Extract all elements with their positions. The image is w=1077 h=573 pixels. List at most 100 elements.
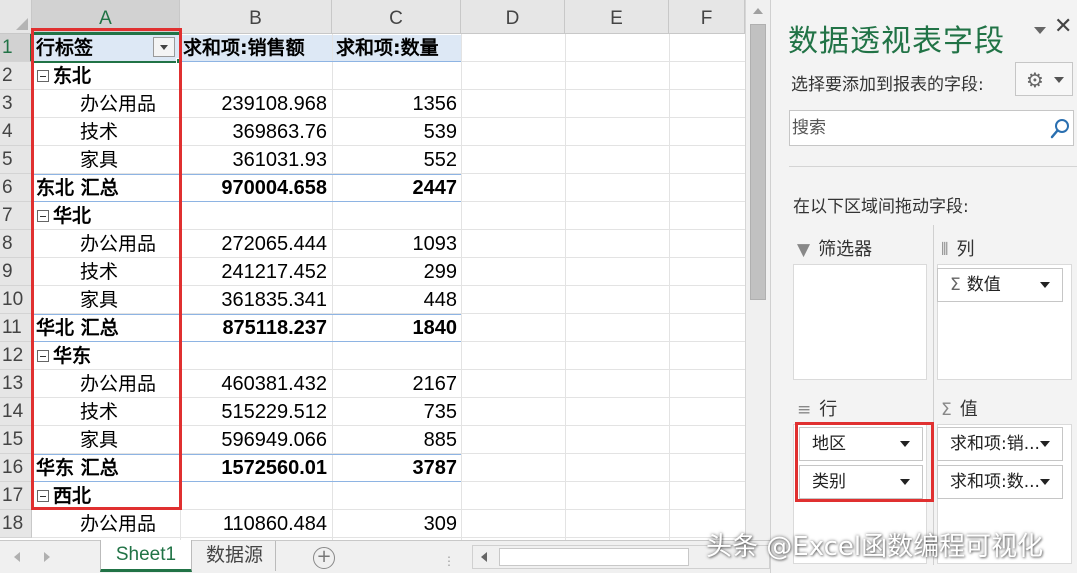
- tab-data-source[interactable]: 数据源: [194, 541, 276, 571]
- column-header-f[interactable]: F: [669, 0, 745, 34]
- pivot-quantity-value[interactable]: 1356: [333, 90, 458, 118]
- pivot-header-quantity[interactable]: 求和项:数量: [333, 35, 461, 61]
- filters-area-header: ▼ 筛选器: [797, 235, 872, 261]
- pivot-quantity-value[interactable]: [333, 202, 457, 230]
- scroll-up-icon[interactable]: [753, 8, 763, 14]
- pane-options-icon[interactable]: [1034, 27, 1046, 34]
- values-area-header: Σ值: [941, 395, 978, 421]
- drag-fields-label: 在以下区域间拖动字段:: [793, 197, 969, 217]
- chevron-down-icon[interactable]: [1040, 282, 1050, 288]
- chevron-down-icon[interactable]: [1040, 479, 1050, 485]
- pivot-header-sales[interactable]: 求和项:销售额: [181, 35, 332, 61]
- value-field-quantity[interactable]: 求和项:数...: [937, 465, 1063, 499]
- horizontal-scroll-thumb[interactable]: [499, 548, 689, 566]
- highlight-box-column-a: [31, 28, 182, 510]
- pivot-quantity-value[interactable]: 539: [333, 118, 457, 146]
- search-input[interactable]: [792, 113, 1042, 143]
- row-label-filter-button[interactable]: [153, 37, 175, 57]
- pivot-row-label-text: 办公用品: [80, 513, 157, 535]
- pivot-sales-value[interactable]: 361835.341: [181, 286, 327, 314]
- filters-drop-zone[interactable]: [793, 264, 927, 380]
- pivot-quantity-value[interactable]: 1840: [333, 314, 458, 342]
- value-field-sales[interactable]: 求和项:销...: [937, 427, 1063, 461]
- row-header[interactable]: 15: [0, 426, 32, 454]
- row-header[interactable]: 9: [0, 258, 32, 286]
- search-field[interactable]: [789, 110, 1074, 146]
- pivot-quantity-value[interactable]: 2447: [333, 174, 458, 202]
- row-header[interactable]: 17: [0, 482, 32, 510]
- column-header-e[interactable]: E: [565, 0, 669, 34]
- pivot-quantity-value[interactable]: 1093: [333, 230, 458, 258]
- pivot-quantity-value[interactable]: [333, 482, 457, 510]
- pivot-quantity-value[interactable]: 448: [333, 286, 457, 314]
- close-icon[interactable]: ✕: [1054, 14, 1072, 39]
- pivot-quantity-value[interactable]: 309: [333, 510, 457, 538]
- column-header-c[interactable]: C: [332, 0, 461, 34]
- pivot-quantity-value[interactable]: 299: [333, 258, 457, 286]
- pivot-quantity-value[interactable]: 735: [333, 398, 457, 426]
- row-header[interactable]: 8: [0, 230, 32, 258]
- pivot-quantity-value[interactable]: 552: [333, 146, 457, 174]
- pivot-sales-value[interactable]: 241217.452: [181, 258, 327, 286]
- pivot-quantity-value[interactable]: 885: [333, 426, 457, 454]
- spreadsheet-grid[interactable]: A B C D E F 行标签 求和项:销售额 求和项:数量 123456789…: [0, 0, 770, 540]
- pivot-sales-value[interactable]: 515229.512: [181, 398, 327, 426]
- gear-icon: ⚙: [1026, 68, 1044, 92]
- row-header[interactable]: 16: [0, 454, 32, 482]
- column-header-b[interactable]: B: [180, 0, 332, 34]
- pivot-sales-value[interactable]: 272065.444: [181, 230, 327, 258]
- row-header[interactable]: 4: [0, 118, 32, 146]
- row-header[interactable]: 7: [0, 202, 32, 230]
- rows-area-header: ≡ 行: [797, 395, 837, 421]
- tab-sheet1[interactable]: Sheet1: [100, 540, 192, 572]
- next-sheet-icon[interactable]: [44, 552, 50, 562]
- pivot-sales-value[interactable]: 596949.066: [181, 426, 327, 454]
- row-header[interactable]: 5: [0, 146, 32, 174]
- pivot-sales-value[interactable]: 970004.658: [181, 174, 327, 202]
- chevron-down-icon[interactable]: [1040, 441, 1050, 447]
- row-header[interactable]: 18: [0, 510, 32, 538]
- pivot-sales-value[interactable]: [181, 342, 327, 370]
- pivot-quantity-value[interactable]: 3787: [333, 454, 458, 482]
- area-divider: [933, 225, 934, 565]
- vertical-scroll-thumb[interactable]: [750, 24, 766, 300]
- pivot-sales-value[interactable]: 361031.93: [181, 146, 327, 174]
- values-label: 值: [959, 399, 978, 420]
- vertical-scrollbar[interactable]: [745, 0, 770, 540]
- pivot-sales-value[interactable]: 369863.76: [181, 118, 327, 146]
- search-icon[interactable]: [1050, 118, 1070, 140]
- select-all-corner[interactable]: [0, 0, 32, 34]
- row-header[interactable]: 11: [0, 314, 32, 342]
- tab-splitter-icon[interactable]: ⋮: [443, 554, 456, 568]
- column-header-d[interactable]: D: [461, 0, 565, 34]
- pivot-sales-value[interactable]: 1572560.01: [181, 454, 327, 482]
- pivot-quantity-value[interactable]: [333, 342, 457, 370]
- pivot-quantity-value[interactable]: [333, 62, 457, 90]
- column-field-values[interactable]: Σ 数值: [937, 268, 1063, 302]
- pivot-sales-value[interactable]: 875118.237: [181, 314, 327, 342]
- row-header[interactable]: 1: [0, 34, 32, 62]
- row-header[interactable]: 10: [0, 286, 32, 314]
- row-header[interactable]: 6: [0, 174, 32, 202]
- value-field-sales-label: 求和项:销...: [950, 434, 1040, 454]
- field-settings-button[interactable]: ⚙: [1015, 62, 1073, 96]
- pivot-sales-value[interactable]: 110860.484: [181, 510, 327, 538]
- row-header[interactable]: 3: [0, 90, 32, 118]
- pivot-sales-value[interactable]: [181, 482, 327, 510]
- row-header[interactable]: 12: [0, 342, 32, 370]
- pivot-sales-value[interactable]: [181, 62, 327, 90]
- add-sheet-icon[interactable]: +: [313, 547, 335, 569]
- pivot-item-label[interactable]: 办公用品: [33, 510, 179, 538]
- column-field-label: 数值: [966, 275, 1001, 295]
- row-header[interactable]: 14: [0, 398, 32, 426]
- row-header[interactable]: 2: [0, 62, 32, 90]
- pivot-sales-value[interactable]: 239108.968: [181, 90, 327, 118]
- pivot-sales-value[interactable]: [181, 202, 327, 230]
- prev-sheet-icon[interactable]: [14, 552, 20, 562]
- scroll-left-icon[interactable]: [481, 552, 487, 562]
- pivot-quantity-value[interactable]: 2167: [333, 370, 458, 398]
- row-header[interactable]: 13: [0, 370, 32, 398]
- columns-label: 列: [956, 239, 975, 260]
- pivot-sales-value[interactable]: 460381.432: [181, 370, 327, 398]
- chevron-down-icon: [1054, 77, 1064, 83]
